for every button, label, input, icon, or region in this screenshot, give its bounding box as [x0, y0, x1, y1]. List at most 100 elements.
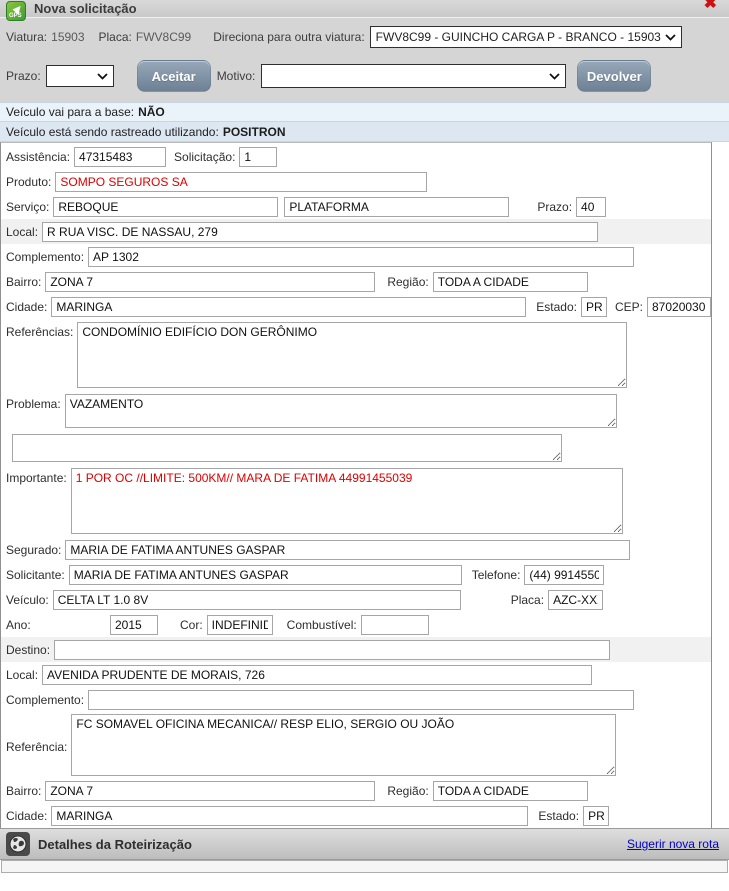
roteirizacao-panel: [1, 860, 728, 873]
motivo-label: Motivo:: [217, 69, 256, 83]
bairro-input[interactable]: [45, 272, 375, 292]
destino-complemento-label: Complemento:: [6, 693, 84, 707]
destino-local-label: Local:: [6, 668, 38, 682]
destino-bairro-input[interactable]: [45, 781, 375, 801]
complemento-row: Complemento:: [1, 244, 711, 269]
window-title: Nova solicitação: [34, 1, 137, 16]
ano-row: Ano: Cor: Combustível:: [1, 612, 711, 637]
gps-icon: GPS: [6, 1, 26, 21]
window-titlebar: GPS Nova solicitação ✖: [0, 0, 729, 18]
destino-regiao-input[interactable]: [433, 781, 588, 801]
action-row: Prazo: Aceitar Motivo: Devolver: [0, 60, 729, 92]
cidade-input[interactable]: [51, 297, 526, 317]
destino-complemento-input[interactable]: [88, 690, 634, 710]
destino-estado-label: Estado:: [538, 809, 579, 823]
status-bar-base: Veículo vai para a base: NÃO: [0, 102, 729, 122]
cep-input[interactable]: [647, 297, 711, 317]
telefone-input[interactable]: [524, 565, 604, 585]
complemento-label: Complemento:: [6, 250, 84, 264]
status-bar-rastreado: Veículo está sendo rastreado utilizando:…: [0, 122, 729, 142]
destino-bairro-row: Bairro: Região:: [1, 778, 711, 803]
cep-label: CEP:: [615, 300, 643, 314]
motivo-select[interactable]: [261, 64, 566, 88]
viatura-label: Viatura:: [6, 30, 47, 44]
destino-bairro-label: Bairro:: [6, 784, 41, 798]
destino-referencia-label: Referência:: [6, 737, 67, 754]
destino-estado-input[interactable]: [583, 806, 609, 826]
solicitante-row: Solicitante: Telefone:: [1, 562, 711, 587]
prazo-select-label: Prazo:: [6, 69, 41, 83]
destino-referencia-textarea[interactable]: FC SOMAVEL OFICINA MECANICA// RESP ELIO,…: [71, 714, 616, 776]
local-input[interactable]: [42, 222, 598, 242]
servico-row: Serviço: Prazo:: [1, 194, 711, 219]
destino-cidade-input[interactable]: [51, 806, 528, 826]
prazo-select[interactable]: [46, 65, 114, 87]
telefone-label: Telefone:: [472, 568, 521, 582]
status-rastreado-value: POSITRON: [223, 125, 286, 139]
solicitante-input[interactable]: [69, 565, 462, 585]
servico-input[interactable]: [53, 197, 278, 217]
importante-label: Importante:: [6, 468, 67, 485]
veiculo-input[interactable]: [53, 590, 461, 610]
servico-tipo-input[interactable]: [284, 197, 509, 217]
destino-local-row: Local:: [1, 662, 711, 687]
veiculo-row: Veículo: Placa:: [1, 587, 711, 612]
veiculo-label: Veículo:: [6, 593, 49, 607]
placa-value: FWV8C99: [136, 30, 191, 44]
produto-input[interactable]: [55, 172, 427, 192]
servico-label: Serviço:: [6, 200, 49, 214]
roteirizacao-title: Detalhes da Roteirização: [38, 837, 192, 852]
globe-icon: [6, 832, 30, 856]
cor-input[interactable]: [207, 615, 273, 635]
destino-cidade-row: Cidade: Estado:: [1, 803, 711, 828]
veiculo-placa-input[interactable]: [548, 590, 603, 610]
solicitacao-input[interactable]: [239, 147, 277, 167]
aceitar-button[interactable]: Aceitar: [137, 60, 211, 92]
ano-label: Ano:: [6, 618, 106, 632]
roteirizacao-header: Detalhes da Roteirização Sugerir nova ro…: [0, 828, 729, 860]
sugerir-nova-rota-link[interactable]: Sugerir nova rota: [627, 837, 719, 851]
vehicle-info-row: Viatura: 15903 Placa: FWV8C99 Direciona …: [0, 26, 729, 48]
chevron-down-icon: [97, 73, 108, 80]
status-base-value: NÃO: [138, 105, 165, 119]
problema-extra-row: [1, 431, 711, 465]
ano-input[interactable]: [110, 615, 158, 635]
status-base-label: Veículo vai para a base:: [6, 105, 134, 119]
estado-label: Estado:: [536, 300, 577, 314]
chevron-down-icon: [665, 34, 676, 41]
bairro-label: Bairro:: [6, 275, 41, 289]
problema-textarea[interactable]: VAZAMENTO: [65, 394, 617, 428]
veiculo-placa-label: Placa:: [511, 593, 544, 607]
combustivel-input[interactable]: [361, 615, 429, 635]
referencias-textarea[interactable]: CONDOMÍNIO EDIFÍCIO DON GERÔNIMO: [77, 322, 627, 388]
estado-input[interactable]: [581, 297, 607, 317]
assistencia-row: Assistência: Solicitação:: [1, 144, 711, 169]
importante-row: Importante: 1 POR OC //LIMITE: 500KM// M…: [1, 465, 711, 537]
direciona-viatura-selected: FWV8C99 - GUINCHO CARGA P - BRANCO - 159…: [376, 30, 661, 44]
close-icon[interactable]: ✖: [704, 0, 717, 12]
destino-cidade-label: Cidade:: [6, 809, 47, 823]
segurado-input[interactable]: [65, 540, 630, 560]
local-label: Local:: [6, 225, 38, 239]
gps-icon-label: GPS: [9, 13, 22, 19]
local-row: Local:: [1, 219, 711, 244]
direciona-viatura-select[interactable]: FWV8C99 - GUINCHO CARGA P - BRANCO - 159…: [370, 26, 682, 48]
produto-row: Produto:: [1, 169, 711, 194]
placa-label: Placa:: [99, 30, 132, 44]
top-control-panel: Viatura: 15903 Placa: FWV8C99 Direciona …: [0, 18, 729, 102]
direciona-label: Direciona para outra viatura:: [213, 30, 364, 44]
prazo-label: Prazo:: [537, 200, 572, 214]
destino-input[interactable]: [54, 640, 610, 660]
solicitacao-label: Solicitação:: [174, 150, 235, 164]
importante-textarea[interactable]: 1 POR OC //LIMITE: 500KM// MARA DE FATIM…: [71, 468, 623, 534]
destino-referencia-row: Referência: FC SOMAVEL OFICINA MECANICA/…: [1, 712, 711, 778]
status-rastreado-label: Veículo está sendo rastreado utilizando:: [6, 125, 219, 139]
destino-local-input[interactable]: [42, 665, 592, 685]
prazo-input[interactable]: [576, 197, 606, 217]
destino-complemento-row: Complemento:: [1, 687, 711, 712]
problema-extra-textarea[interactable]: [12, 434, 562, 462]
assistencia-input[interactable]: [74, 147, 166, 167]
complemento-input[interactable]: [88, 247, 634, 267]
regiao-input[interactable]: [433, 272, 588, 292]
devolver-button[interactable]: Devolver: [577, 60, 651, 92]
